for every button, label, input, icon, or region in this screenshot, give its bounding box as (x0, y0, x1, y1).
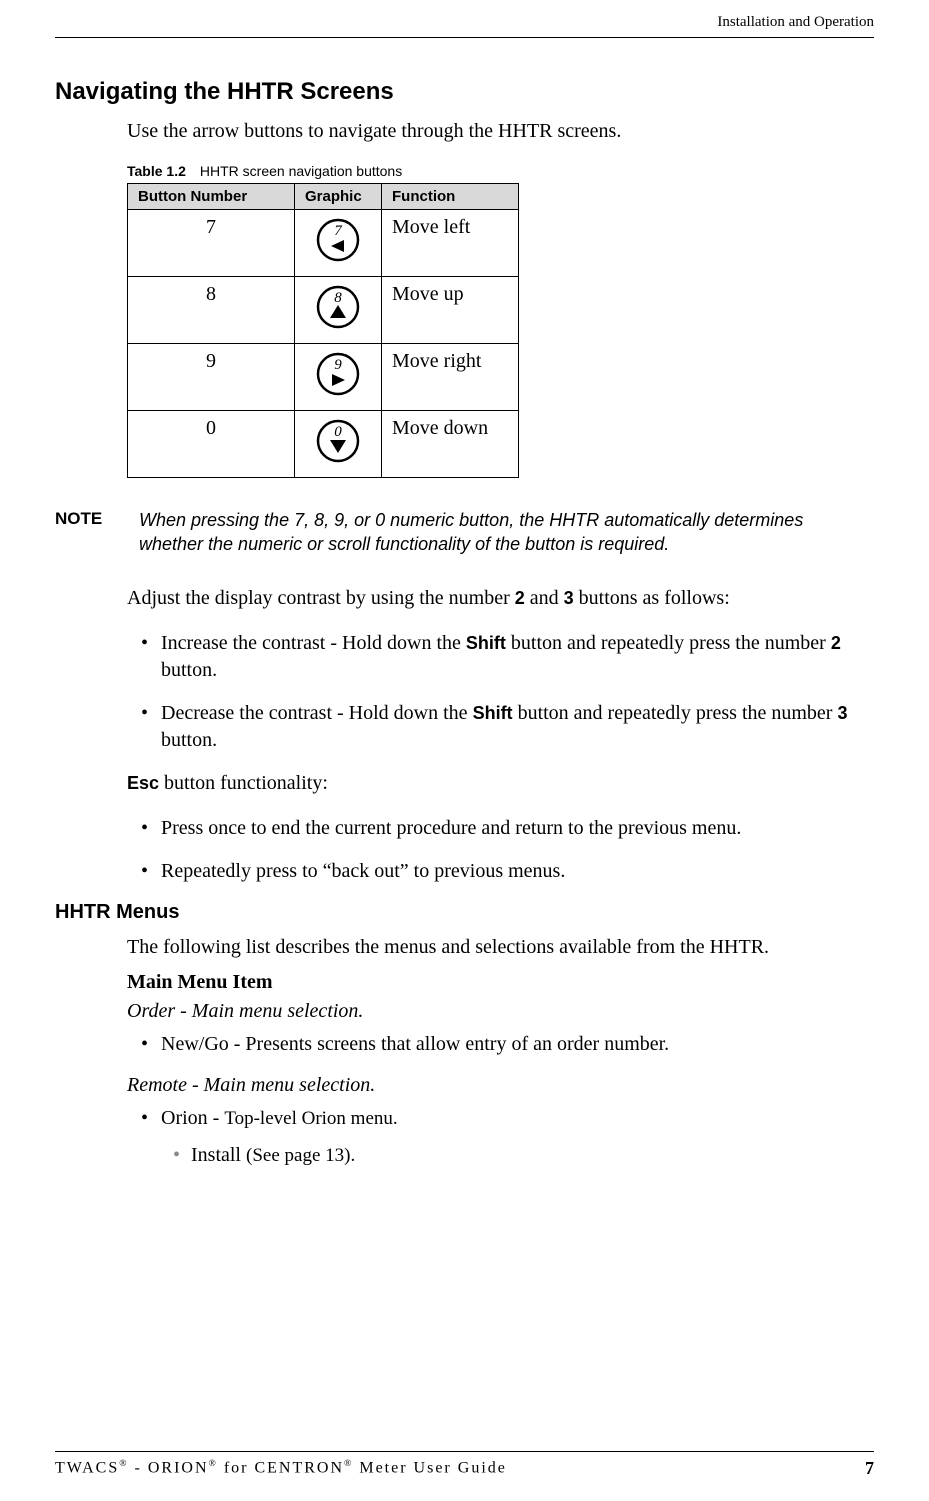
contrast-intro: Adjust the display contrast by using the… (127, 585, 874, 612)
btn-number: 8 (128, 277, 295, 344)
table-caption: Table 1.2 HHTR screen navigation buttons (127, 163, 874, 179)
btn-graphic: 0 (295, 411, 382, 478)
btn-function: Move left (382, 210, 519, 277)
table-row: 7 7 Move left (128, 210, 519, 277)
contrast-list: Increase the contrast - Hold down the Sh… (127, 630, 874, 754)
table-caption-text: HHTR screen navigation buttons (200, 163, 402, 179)
table-row: 0 0 Move down (128, 411, 519, 478)
btn-number: 0 (128, 411, 295, 478)
button-0-down-icon: 0 (316, 419, 360, 463)
footer-doc-title: TWACS® - ORION® for CENTRON® Meter User … (55, 1458, 507, 1479)
remote-selection: Remote - Main menu selection. (127, 1074, 874, 1097)
note-block: NOTE When pressing the 7, 8, 9, or 0 num… (55, 508, 874, 557)
page-number: 7 (865, 1458, 874, 1479)
table-caption-label: Table 1.2 (127, 163, 186, 179)
list-item: Install (See page 13). (191, 1142, 874, 1169)
header-rule (55, 37, 874, 38)
remote-list: Orion - Top-level Orion menu. Install (S… (127, 1105, 874, 1169)
esc-intro: Esc button functionality: (127, 770, 874, 797)
col-button-number: Button Number (128, 184, 295, 210)
svg-text:7: 7 (334, 223, 343, 239)
button-8-up-icon: 8 (316, 285, 360, 329)
note-label: NOTE (55, 508, 139, 531)
btn-graphic: 9 (295, 344, 382, 411)
list-item: Increase the contrast - Hold down the Sh… (161, 630, 874, 684)
btn-number: 7 (128, 210, 295, 277)
svg-text:8: 8 (334, 290, 342, 306)
btn-function: Move down (382, 411, 519, 478)
orion-sublist: Install (See page 13). (161, 1142, 874, 1169)
running-header: Installation and Operation (55, 0, 874, 37)
footer-rule (55, 1451, 874, 1452)
button-9-right-icon: 9 (316, 352, 360, 396)
button-7-left-icon: 7 (316, 218, 360, 262)
btn-function: Move up (382, 277, 519, 344)
order-list: New/Go - Presents screens that allow ent… (127, 1031, 874, 1058)
order-selection: Order - Main menu selection. (127, 1000, 874, 1023)
table-row: 8 8 Move up (128, 277, 519, 344)
page-footer: TWACS® - ORION® for CENTRON® Meter User … (55, 1451, 874, 1479)
list-item: Repeatedly press to “back out” to previo… (161, 858, 874, 885)
btn-function: Move right (382, 344, 519, 411)
col-graphic: Graphic (295, 184, 382, 210)
esc-list: Press once to end the current procedure … (127, 815, 874, 885)
note-body: When pressing the 7, 8, 9, or 0 numeric … (139, 508, 844, 557)
intro-text: Use the arrow buttons to navigate throug… (127, 118, 874, 145)
btn-graphic: 7 (295, 210, 382, 277)
list-item: Orion - Top-level Orion menu. Install (S… (161, 1105, 874, 1169)
main-menu-item-head: Main Menu Item (127, 971, 874, 994)
list-item: Press once to end the current procedure … (161, 815, 874, 842)
col-function: Function (382, 184, 519, 210)
list-item: Decrease the contrast - Hold down the Sh… (161, 700, 874, 754)
menus-intro: The following list describes the menus a… (127, 934, 874, 961)
heading-navigating: Navigating the HHTR Screens (55, 78, 874, 106)
table-row: 9 9 Move right (128, 344, 519, 411)
svg-text:9: 9 (334, 357, 342, 373)
table-header-row: Button Number Graphic Function (128, 184, 519, 210)
svg-text:0: 0 (334, 424, 342, 440)
heading-hhtr-menus: HHTR Menus (55, 901, 874, 924)
nav-buttons-table: Button Number Graphic Function 7 7 M (127, 183, 519, 478)
btn-number: 9 (128, 344, 295, 411)
list-item: New/Go - Presents screens that allow ent… (161, 1031, 874, 1058)
btn-graphic: 8 (295, 277, 382, 344)
